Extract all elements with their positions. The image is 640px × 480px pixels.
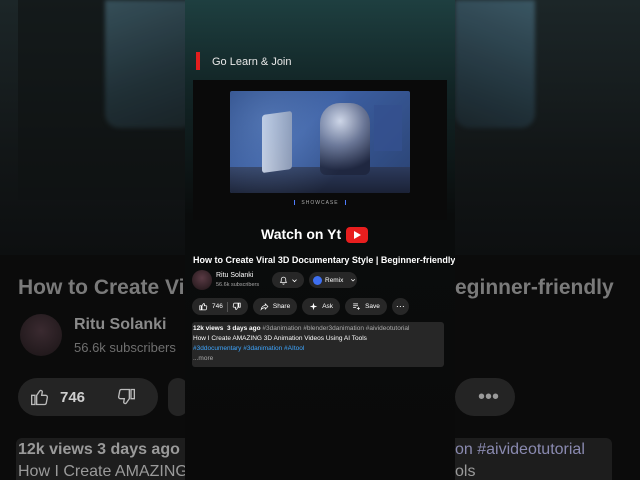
share-button[interactable]: Share: [252, 298, 298, 315]
upload-date: 3 days ago: [226, 325, 261, 332]
share-icon: [260, 302, 269, 311]
channel-subscribers: 56.6k subscribers: [216, 282, 260, 288]
ask-label: Ask: [322, 303, 334, 310]
more-options-button[interactable]: ⋯: [391, 298, 409, 315]
like-divider: [226, 301, 228, 312]
thumbs-down-icon[interactable]: [232, 302, 241, 311]
video-thumbnail[interactable]: [230, 91, 410, 193]
more-icon: ⋯: [395, 301, 405, 311]
remix-label: Remix: [325, 276, 344, 284]
background-thumbs-up-icon: [31, 389, 49, 406]
background-meta-line1: 12k views 3 days ago: [18, 441, 180, 458]
like-count: 746: [212, 303, 223, 310]
background-avatar: [20, 314, 62, 356]
save-button[interactable]: Save: [345, 298, 387, 315]
youtube-logo-icon: [346, 227, 368, 243]
brand-accent-bar: [196, 52, 200, 70]
background-thumbnail-right: [455, 0, 535, 128]
showcase-label: SHOWCASE: [185, 200, 455, 206]
chevron-down-icon: [291, 278, 297, 282]
description-tags-line1[interactable]: #3danimation #blender3danimation #aivide…: [262, 325, 409, 332]
background-meta-line2: How I Create AMAZING: [18, 463, 188, 480]
ask-button[interactable]: Ask: [302, 298, 341, 315]
description-text: How I Create AMAZING 3D Animation Videos…: [193, 335, 367, 342]
description-tags-line2[interactable]: #3ddocumentary #3danimation #AItool: [193, 345, 304, 352]
video-title[interactable]: How to Create Viral 3D Documentary Style…: [193, 255, 455, 265]
description-more-link[interactable]: ...more: [193, 355, 213, 362]
description-meta-line: 12k views 3 days ago #3danimation #blend…: [193, 325, 409, 332]
view-count: 12k views: [193, 325, 224, 332]
background-thumbnail-left: [105, 0, 195, 128]
ask-icon: [309, 302, 318, 311]
share-label: Share: [272, 303, 291, 310]
watch-on-yt-text: Watch on Yt: [261, 226, 342, 242]
thumbnail-glare: [230, 91, 410, 193]
remix-chevron-down-icon: [351, 278, 356, 282]
remix-icon: [313, 275, 322, 285]
bell-icon: [279, 276, 287, 285]
background-meta-line1-right: on #aivideotutorial: [455, 441, 585, 458]
remix-button[interactable]: Remix: [309, 272, 357, 288]
background-meta-line2-right: ols: [455, 463, 476, 480]
save-icon: [353, 303, 360, 310]
description-box[interactable]: 12k views 3 days ago #3danimation #blend…: [192, 322, 444, 367]
save-label: Save: [365, 303, 380, 310]
subscribe-bell-button[interactable]: [272, 272, 304, 288]
action-bar: 746 Share Ask Save ⋯: [192, 298, 409, 315]
like-dislike-pill[interactable]: 746: [192, 298, 248, 315]
background-more-icon: •••: [478, 386, 500, 408]
background-channel-subs: 56.6k subscribers: [74, 340, 176, 355]
channel-avatar[interactable]: [192, 270, 212, 290]
brand-text: Go Learn & Join: [212, 56, 292, 68]
background-thumbs-down-icon: [117, 388, 135, 405]
channel-name[interactable]: Ritu Solanki: [216, 272, 253, 279]
thumbs-up-icon[interactable]: [199, 302, 208, 311]
background-like-count: 746: [60, 389, 86, 406]
background-title-right: eginner-friendly: [455, 276, 614, 299]
background-channel-name: Ritu Solanki: [74, 316, 167, 333]
shorts-video-panel[interactable]: Go Learn & Join SHOWCASE Watch on Yt How…: [185, 0, 455, 480]
